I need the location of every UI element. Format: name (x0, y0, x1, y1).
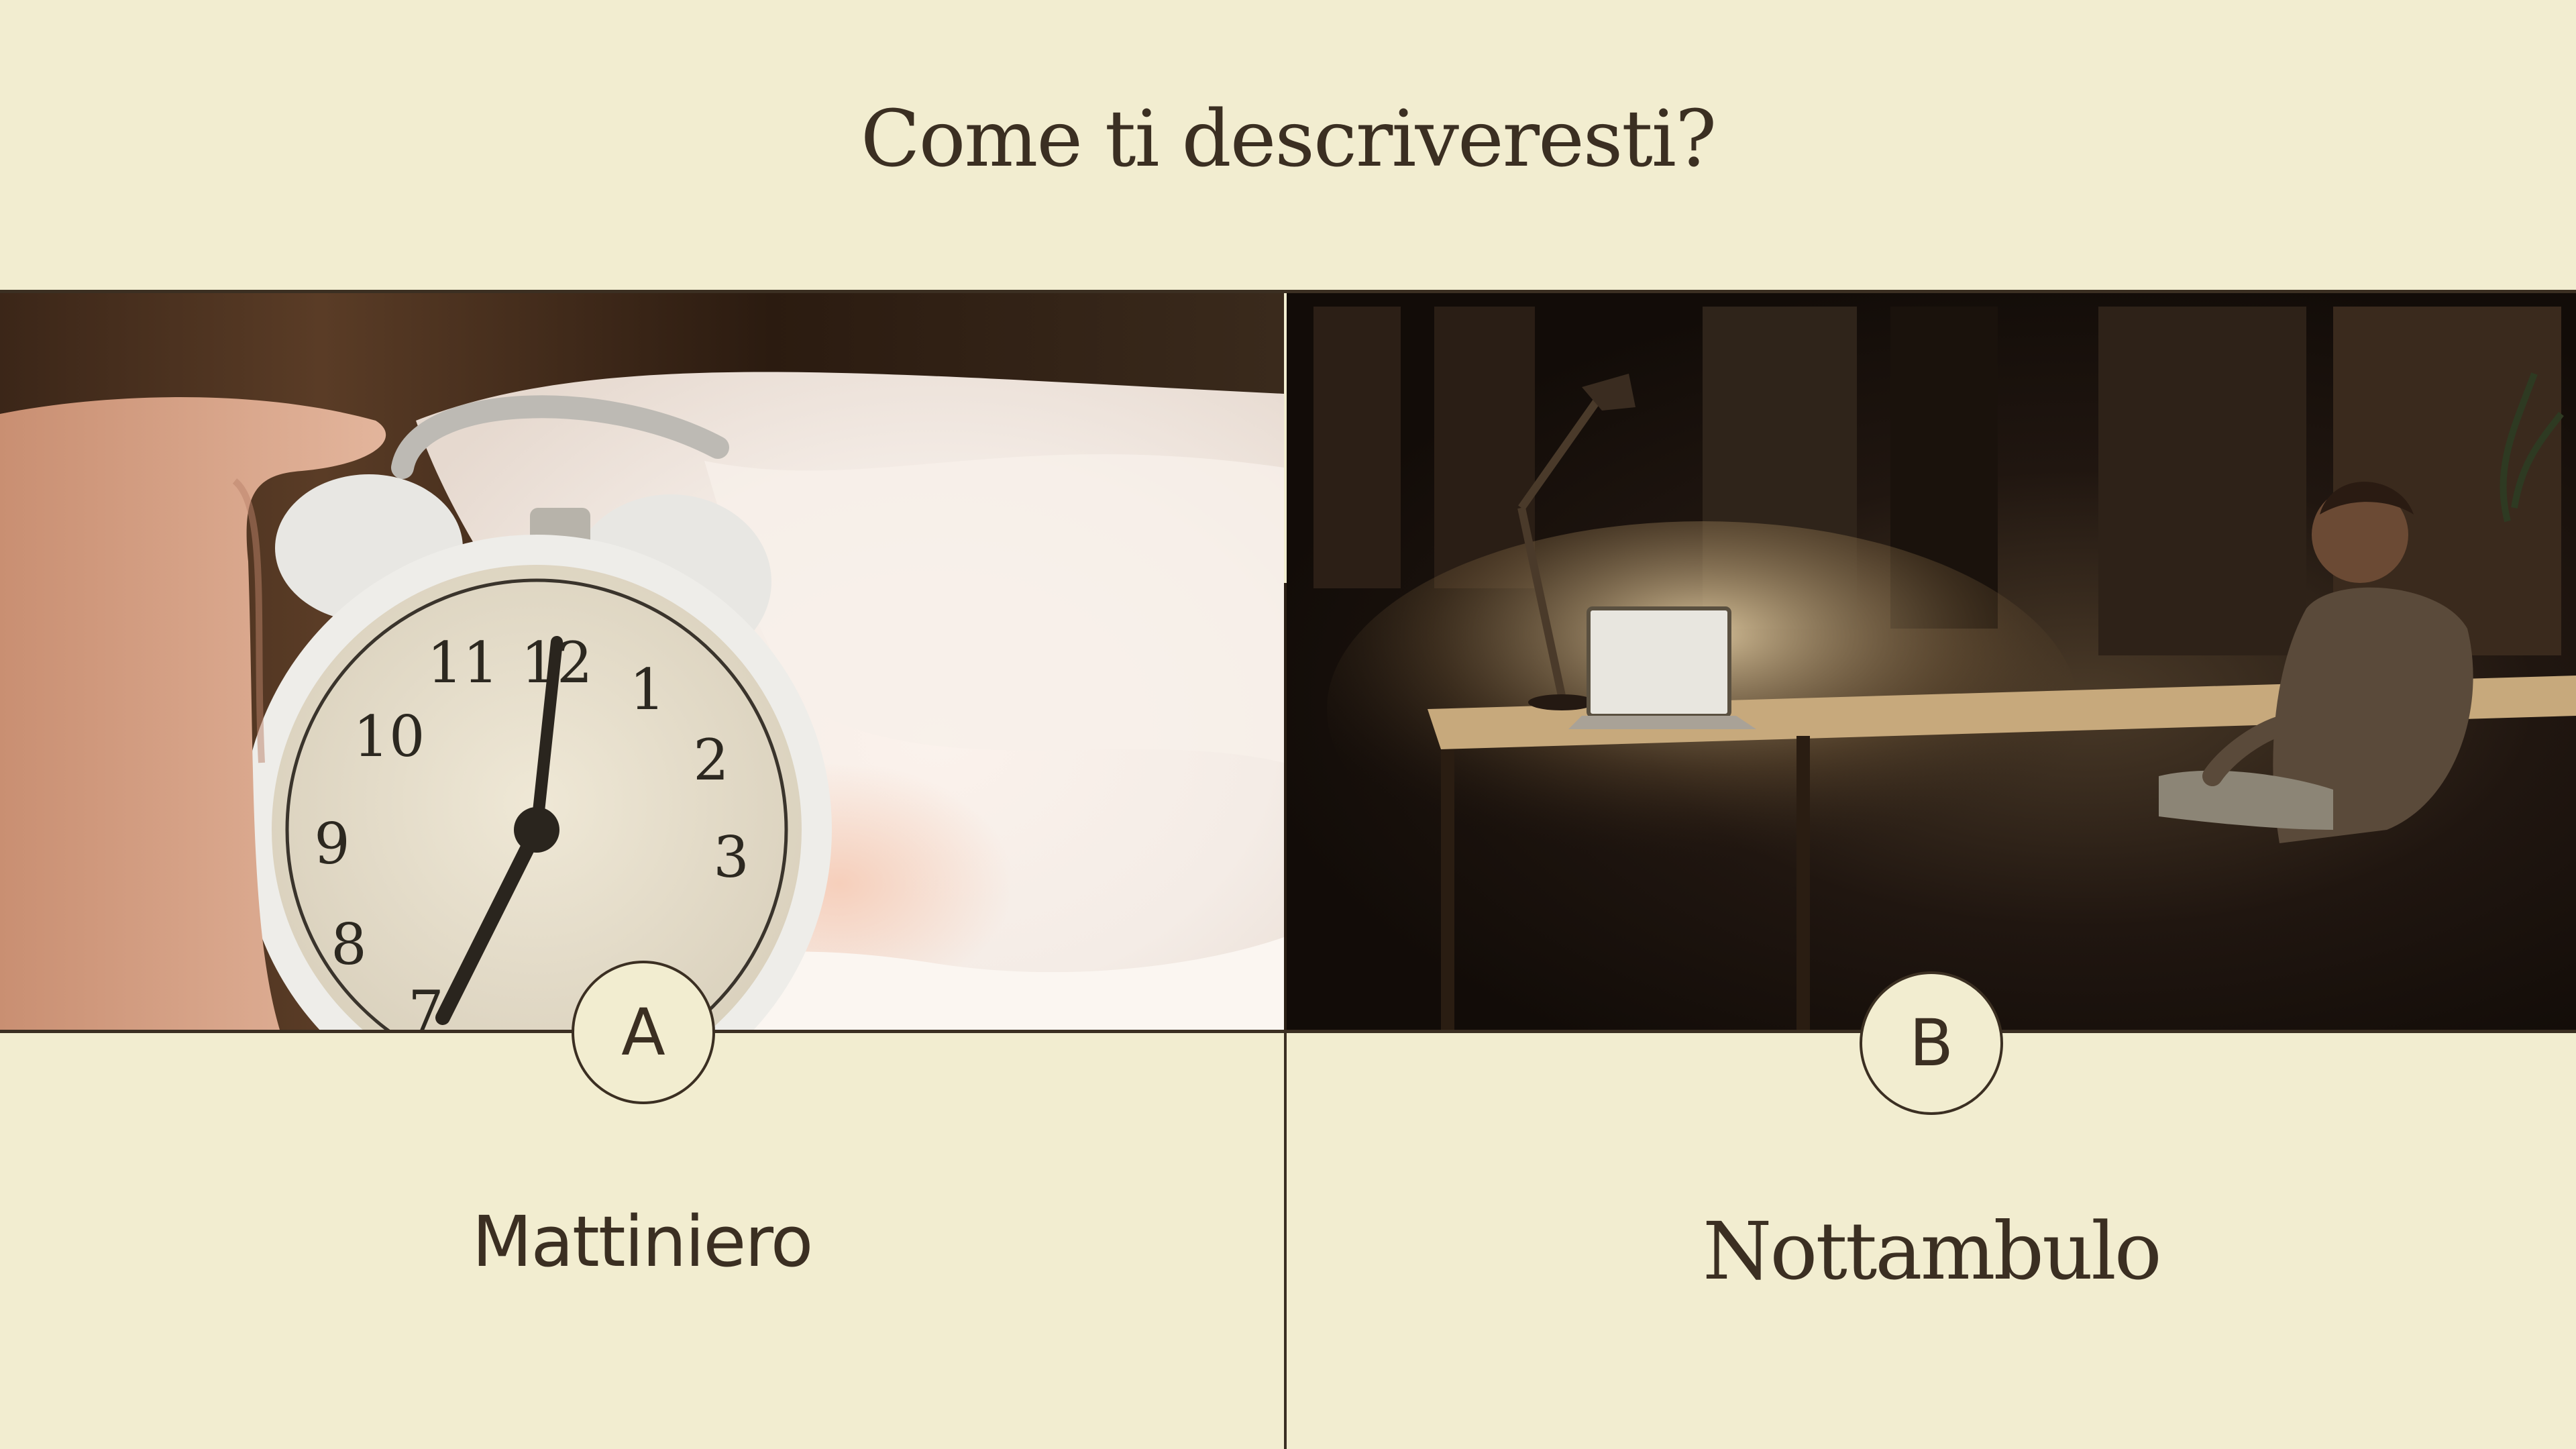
svg-text:8: 8 (331, 912, 366, 977)
option-a-label[interactable]: Mattiniero (0, 1201, 1284, 1283)
svg-text:11: 11 (427, 630, 499, 696)
svg-text:10: 10 (354, 704, 425, 769)
option-b-badge[interactable]: B (1860, 971, 2003, 1115)
svg-text:9: 9 (314, 811, 350, 877)
question-title: Come ti descriveresti? (860, 94, 1717, 184)
option-a-badge[interactable]: A (572, 961, 715, 1104)
option-b-label[interactable]: Nottambulo (1287, 1205, 2576, 1297)
svg-text:1: 1 (629, 657, 665, 722)
svg-text:2: 2 (693, 727, 729, 793)
alarm-clock-photo-icon: 12 1 2 3 11 10 9 8 7 (0, 372, 1284, 1030)
night-desk-laptop-photo-icon (1313, 307, 2576, 1030)
option-a-image[interactable]: 12 1 2 3 11 10 9 8 7 (0, 293, 1284, 1030)
option-b-image[interactable] (1287, 293, 2576, 1030)
svg-text:3: 3 (713, 824, 749, 890)
options-photo-band: 12 1 2 3 11 10 9 8 7 (0, 290, 2576, 1033)
